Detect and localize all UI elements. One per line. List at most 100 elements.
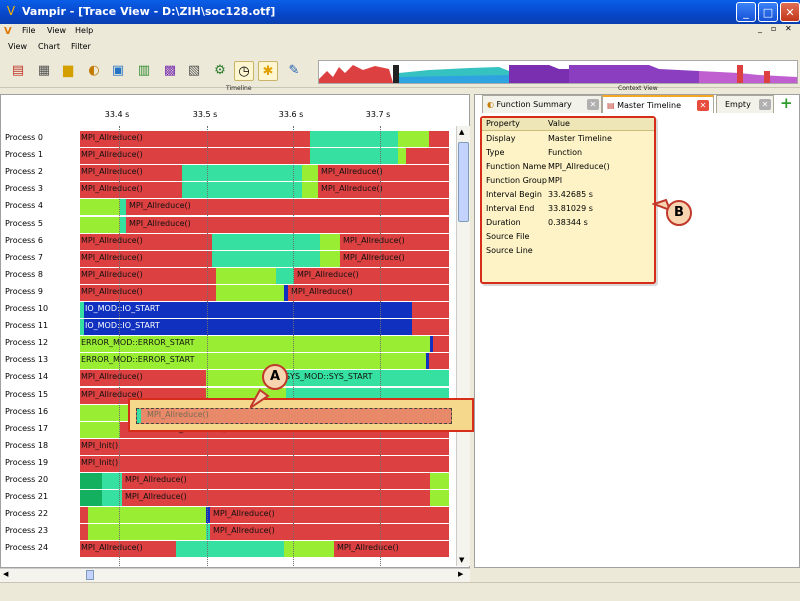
function-segment[interactable] xyxy=(80,456,449,472)
tab-empty[interactable]: Empty ✕ xyxy=(716,95,774,113)
function-segment[interactable] xyxy=(276,268,294,284)
close-button[interactable]: ✕ xyxy=(780,2,800,22)
function-segment[interactable] xyxy=(212,251,320,267)
function-segment[interactable] xyxy=(182,165,302,181)
function-segment[interactable] xyxy=(320,234,340,250)
process-bar[interactable]: MPI_Init() xyxy=(80,439,449,455)
function-summary-icon[interactable]: ◐ xyxy=(84,61,104,81)
function-segment[interactable] xyxy=(406,148,449,164)
function-segment[interactable] xyxy=(302,165,318,181)
function-segment[interactable] xyxy=(88,507,206,523)
call-tree-icon[interactable]: ⚙ xyxy=(210,61,230,81)
scroll-down-icon[interactable]: ▼ xyxy=(459,556,464,564)
function-segment[interactable] xyxy=(412,302,449,318)
process-bar[interactable]: MPI_Allreduce() xyxy=(80,524,449,540)
menu-filter[interactable]: Filter xyxy=(71,42,91,51)
close-tab-icon[interactable]: ✕ xyxy=(759,99,771,110)
maximize-button[interactable]: □ xyxy=(758,2,778,22)
inner-restore-button[interactable]: ▫ xyxy=(771,24,776,33)
function-segment[interactable] xyxy=(429,353,449,369)
hscroll-thumb[interactable] xyxy=(86,570,94,580)
process-bar[interactable]: MPI_Allreduce() xyxy=(80,507,449,523)
close-tab-icon[interactable]: ✕ xyxy=(587,99,599,110)
tab-master-timeline[interactable]: ▤ Master Timeline ✕ xyxy=(602,95,714,113)
function-segment[interactable] xyxy=(216,268,276,284)
function-segment[interactable] xyxy=(80,199,120,215)
add-tab-button[interactable]: + xyxy=(780,94,793,112)
time-ruler[interactable] xyxy=(80,96,455,124)
scroll-right-icon[interactable]: ▶ xyxy=(458,570,463,578)
function-segment[interactable] xyxy=(80,473,102,489)
function-segment[interactable] xyxy=(182,182,302,198)
menu-help[interactable]: Help xyxy=(75,26,93,35)
function-segment[interactable] xyxy=(433,336,449,352)
message-summary-icon[interactable]: ▣ xyxy=(108,61,128,81)
process-bar[interactable]: MPI_Allreduce() MPI_Allreduce() xyxy=(80,251,449,267)
tab-function-summary[interactable]: ◐ Function Summary ✕ xyxy=(482,95,602,113)
zoom-toolbar-icon[interactable]: ◷ xyxy=(234,61,254,81)
overview-zoom-toolbar[interactable] xyxy=(318,60,798,84)
function-segment[interactable] xyxy=(80,490,102,506)
menu-view-2[interactable]: View xyxy=(8,42,27,51)
function-segment[interactable] xyxy=(302,182,318,198)
function-segment[interactable] xyxy=(412,319,449,335)
function-segment[interactable] xyxy=(80,422,120,438)
function-segment[interactable] xyxy=(212,234,320,250)
function-segment[interactable] xyxy=(430,490,449,506)
process-bar[interactable]: IO_MOD::IO_START xyxy=(80,319,449,335)
function-segment[interactable] xyxy=(80,217,120,233)
process-bar[interactable]: IO_MOD::IO_START xyxy=(80,302,449,318)
process-bar[interactable]: MPI_Allreduce() MPI_Allreduce() xyxy=(80,541,449,557)
scroll-up-icon[interactable]: ▲ xyxy=(459,128,464,136)
process-timeline-icon[interactable]: ▦ xyxy=(34,61,54,81)
function-segment[interactable] xyxy=(80,524,88,540)
process-bar[interactable]: MPI_Allreduce() MPI_Allreduce() xyxy=(80,165,449,181)
process-bar[interactable]: MPI_Allreduce() xyxy=(80,473,449,489)
process-bar[interactable]: MPI_Allreduce() xyxy=(80,490,449,506)
menu-file[interactable]: File xyxy=(22,26,35,35)
function-segment[interactable] xyxy=(80,507,88,523)
process-bar[interactable]: ERROR_MOD::ERROR_START xyxy=(80,336,449,352)
process-summary-icon[interactable]: ▥ xyxy=(134,61,154,81)
communication-matrix-icon[interactable]: ▩ xyxy=(160,61,180,81)
function-segment[interactable] xyxy=(176,541,284,557)
function-segment[interactable] xyxy=(216,285,284,301)
scroll-left-icon[interactable]: ◀ xyxy=(3,570,8,578)
process-bar[interactable]: MPI_Allreduce() MPI_Allreduce() xyxy=(80,182,449,198)
menu-view[interactable]: View xyxy=(47,26,66,35)
process-bar[interactable]: MPI_Allreduce() xyxy=(80,131,449,147)
function-segment[interactable] xyxy=(320,251,340,267)
timeline-vertical-scrollbar[interactable]: ▲ ▼ xyxy=(456,126,470,566)
process-bar[interactable]: MPI_Allreduce() MPI_Allreduce() xyxy=(80,268,449,284)
minimize-button[interactable]: _ xyxy=(736,2,756,22)
process-bar[interactable]: MPI_Init() xyxy=(80,456,449,472)
inner-close-button[interactable]: ✕ xyxy=(785,24,792,33)
function-segment[interactable] xyxy=(284,541,334,557)
process-bar[interactable]: MPI_Allreduce() xyxy=(80,148,449,164)
io-summary-icon[interactable]: ▧ xyxy=(184,61,204,81)
process-bar[interactable]: MPI_Allreduce() MPI_Allreduce() xyxy=(80,234,449,250)
function-segment[interactable] xyxy=(398,148,406,164)
process-bar[interactable]: ERROR_MOD::ERROR_START xyxy=(80,353,449,369)
function-segment[interactable] xyxy=(398,131,429,147)
process-label: Process 10 xyxy=(5,304,49,313)
hovered-function-bar[interactable]: MPI_Allreduce() xyxy=(136,408,452,424)
function-segment[interactable] xyxy=(429,131,449,147)
context-view-icon[interactable]: ✱ xyxy=(258,61,278,81)
inner-minimize-button[interactable]: _ xyxy=(758,24,762,33)
scrollbar-thumb[interactable] xyxy=(458,142,469,222)
marker-view-icon[interactable]: ✎ xyxy=(284,61,304,81)
counter-timeline-icon[interactable]: ▆ xyxy=(58,61,78,81)
function-segment[interactable] xyxy=(310,131,398,147)
process-bar[interactable]: MPI_Allreduce() xyxy=(80,217,449,233)
master-timeline-icon[interactable]: ▤ xyxy=(8,61,28,81)
process-bar[interactable]: MPI_Allreduce() xyxy=(80,199,449,215)
menu-chart[interactable]: Chart xyxy=(38,42,60,51)
close-tab-icon[interactable]: ✕ xyxy=(697,100,709,111)
function-segment[interactable] xyxy=(310,148,398,164)
function-segment[interactable] xyxy=(430,473,449,489)
timeline-horizontal-scrollbar[interactable]: ◀ ▶ xyxy=(0,568,470,582)
function-segment[interactable] xyxy=(88,524,206,540)
process-bar[interactable]: MPI_Allreduce() MPI_Allreduce() xyxy=(80,285,449,301)
function-segment[interactable] xyxy=(80,439,449,455)
